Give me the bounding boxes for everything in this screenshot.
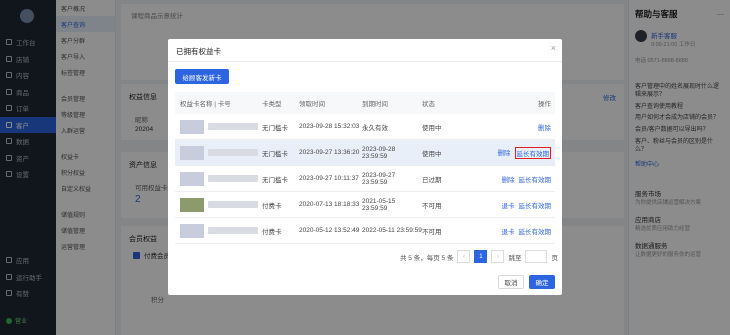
table-header: 权益卡名称 | 卡号 卡类型 领取时间 到期时间 状态 操作 <box>175 92 555 114</box>
card-name-cell <box>175 145 262 160</box>
pagination: 共 5 条，每页 5 条 ‹ 1 › 跳至 页 <box>400 250 558 263</box>
card-name-cell <box>175 171 262 186</box>
extend-validity-link[interactable]: 延长有效期 <box>519 174 552 184</box>
status-cell: 不可用 <box>422 202 442 210</box>
card-name-redacted <box>208 227 258 234</box>
col-card-type: 卡类型 <box>262 101 282 108</box>
status-cell: 使用中 <box>422 150 442 158</box>
col-received-time: 领取时间 <box>299 101 325 108</box>
modal-divider <box>168 61 562 62</box>
table-row: 无门槛卡 2023-09-27 10:11:37 2023-09-27 23:59:… <box>175 166 555 192</box>
rights-card-modal: 已拥有权益卡 × 给顾客发新卡 权益卡名称 | 卡号 卡类型 领取时间 到期时间… <box>168 39 562 295</box>
close-icon[interactable]: × <box>551 43 556 53</box>
refund-card-link[interactable]: 退卡 <box>502 226 515 236</box>
card-thumbnail <box>180 119 204 134</box>
col-status: 状态 <box>422 101 435 108</box>
rights-card-table: 权益卡名称 | 卡号 卡类型 领取时间 到期时间 状态 操作 无门槛卡 2023-… <box>175 92 555 244</box>
expiry-time-cell: 永久有效 <box>362 124 388 132</box>
card-type-cell: 付费卡 <box>262 202 282 210</box>
card-thumbnail <box>180 223 204 238</box>
card-name-cell <box>175 223 262 238</box>
page-number-current[interactable]: 1 <box>474 250 488 263</box>
actions-cell: 删除 <box>464 122 555 132</box>
received-time-cell: 2020-07-13 18:18:33 <box>299 201 360 208</box>
table-row: 付费卡 2020-05-12 13:52:49 2022-05-11 23:59:5… <box>175 218 555 244</box>
next-page-icon[interactable]: › <box>491 250 505 263</box>
actions-cell: 删除 延长有效期 <box>464 146 555 159</box>
confirm-button[interactable]: 确定 <box>529 275 555 289</box>
received-time-cell: 2023-09-28 15:32:03 <box>299 123 360 130</box>
extend-validity-link[interactable]: 延长有效期 <box>514 146 551 159</box>
card-thumbnail <box>180 197 204 212</box>
card-name-redacted <box>208 175 258 182</box>
extend-validity-link[interactable]: 延长有效期 <box>519 226 552 236</box>
status-cell: 不可用 <box>422 228 442 236</box>
received-time-cell: 2023-09-27 10:11:37 <box>299 175 359 182</box>
extend-validity-link[interactable]: 延长有效期 <box>519 200 552 210</box>
received-time-cell: 2023-09-27 13:36:20 <box>299 149 360 156</box>
actions-cell: 退卡 延长有效期 <box>464 226 555 236</box>
refund-card-link[interactable]: 退卡 <box>502 200 515 210</box>
card-name-cell <box>175 119 262 134</box>
col-actions: 操作 <box>538 101 551 108</box>
expiry-time-cell: 2023-09-28 23:59:59 <box>362 145 396 160</box>
delete-link[interactable]: 删除 <box>502 174 515 184</box>
delete-link[interactable]: 删除 <box>538 122 551 132</box>
status-cell: 使用中 <box>422 124 442 132</box>
table-row: 无门槛卡 2023-09-27 13:36:20 2023-09-28 23:59:… <box>175 140 555 166</box>
table-row: 付费卡 2020-07-13 18:18:33 2021-05-15 23:59:5… <box>175 192 555 218</box>
actions-cell: 退卡 延长有效期 <box>464 200 555 210</box>
delete-link[interactable]: 删除 <box>498 147 511 159</box>
prev-page-icon[interactable]: ‹ <box>457 250 471 263</box>
card-type-cell: 付费卡 <box>262 228 282 236</box>
card-type-cell: 无门槛卡 <box>262 176 288 184</box>
modal-title: 已拥有权益卡 <box>176 47 221 56</box>
jump-label: 跳至 <box>508 254 522 262</box>
pagination-summary: 共 5 条，每页 5 条 <box>400 254 454 262</box>
card-type-cell: 无门槛卡 <box>262 124 288 132</box>
card-thumbnail <box>180 145 204 160</box>
page-unit-label: 页 <box>551 254 558 262</box>
issue-new-card-button[interactable]: 给顾客发新卡 <box>175 69 229 84</box>
status-cell: 已过期 <box>422 176 442 184</box>
table-row: 无门槛卡 2023-09-28 15:32:03 永久有效 使用中 删除 <box>175 114 555 140</box>
cancel-button[interactable]: 取消 <box>498 275 524 289</box>
col-expiry-time: 到期时间 <box>362 101 388 108</box>
card-thumbnail <box>180 171 204 186</box>
card-type-cell: 无门槛卡 <box>262 150 288 158</box>
actions-cell: 删除 延长有效期 <box>464 174 555 184</box>
card-name-cell <box>175 197 262 212</box>
received-time-cell: 2020-05-12 13:52:49 <box>299 227 360 234</box>
card-name-redacted <box>208 123 258 130</box>
col-card-name: 权益卡名称 | 卡号 <box>180 101 231 108</box>
expiry-time-cell: 2021-05-15 23:59:59 <box>362 197 396 212</box>
expiry-time-cell: 2023-09-27 23:59:59 <box>362 171 396 186</box>
jump-page-input[interactable] <box>525 250 548 263</box>
expiry-time-cell: 2022-05-11 23:59:59 <box>362 227 422 234</box>
card-name-redacted <box>208 149 258 156</box>
card-name-redacted <box>208 201 258 208</box>
